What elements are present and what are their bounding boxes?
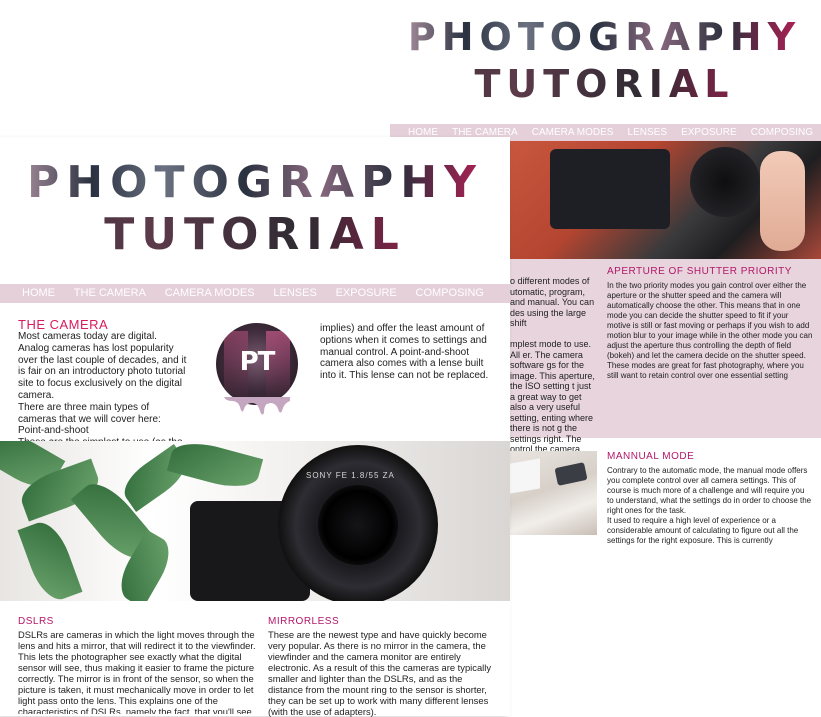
lens-glass [318, 485, 398, 565]
back-nav-exposure[interactable]: EXPOSURE [681, 124, 737, 141]
pt-logo-circle: PT [216, 323, 298, 405]
front-page-mockup: PHOTOGRAPHY TUTORIAL HOME THE CAMERA CAM… [0, 137, 510, 717]
nav-home[interactable]: HOME [22, 284, 55, 303]
logo-pt-text: PT [239, 347, 276, 377]
nav-composing[interactable]: COMPOSING [416, 284, 484, 303]
lens-brand-text: SONY FE 1.8/55 ZA [306, 471, 395, 480]
aperture-section: APERTURE OF SHUTTER PRIORITY In the two … [607, 266, 813, 381]
hand-shape [760, 151, 805, 251]
nav-lenses[interactable]: LENSES [273, 284, 316, 303]
back-nav-camera-modes[interactable]: CAMERA MODES [532, 124, 614, 141]
dslrs-heading: DSLRS [18, 616, 54, 627]
logo-drip-shape [224, 397, 290, 415]
back-laptop-photo [510, 451, 597, 535]
back-title-line2: TUTORIAL [388, 65, 821, 103]
dslrs-body: DSLRs are cameras in which the light mov… [18, 629, 256, 714]
nav-camera-modes[interactable]: CAMERA MODES [165, 284, 255, 303]
front-nav-bar: HOME THE CAMERA CAMERA MODES LENSES EXPO… [0, 284, 510, 303]
mirrorless-heading: MIRRORLESS [268, 616, 340, 627]
manual-mode-section: MANNUAL MODE Contrary to the automatic m… [607, 451, 813, 546]
camera-col3-text: implies) and offer the least amount of o… [320, 323, 489, 382]
front-title-line2: TUTORIAL [0, 213, 510, 257]
front-site-title: PHOTOGRAPHY TUTORIAL [0, 161, 510, 257]
dslrs-section: DSLRS DSLRs are cameras in which the lig… [18, 616, 258, 714]
nav-exposure[interactable]: EXPOSURE [336, 284, 397, 303]
camera-dial-shape [690, 147, 760, 217]
manual-heading: MANNUAL MODE [607, 451, 695, 462]
back-site-title: PHOTOGRAPHY TUTORIAL [388, 18, 821, 103]
back-hero-camera-photo [510, 141, 821, 259]
back-nav-lenses[interactable]: LENSES [628, 124, 667, 141]
leaf-shape [17, 516, 83, 601]
front-title-line1: PHOTOGRAPHY [0, 161, 510, 205]
back-fragment-text: o different modes of utomatic, program, … [510, 276, 595, 454]
aperture-body: In the two priority modes you gain contr… [607, 281, 813, 380]
leaf-shape [166, 441, 264, 495]
camera-screen-shape [550, 149, 670, 229]
aperture-heading: APERTURE OF SHUTTER PRIORITY [607, 266, 792, 277]
manual-body: Contrary to the automatic mode, the manu… [607, 466, 812, 545]
back-title-line1: PHOTOGRAPHY [388, 18, 821, 56]
mirrorless-body: These are the newest type and have quick… [268, 629, 492, 717]
laptop-shape [510, 458, 540, 494]
camera-heading: THE CAMERA [18, 317, 109, 332]
phone-shape [554, 462, 588, 486]
back-nav-composing[interactable]: COMPOSING [751, 124, 813, 141]
nav-the-camera[interactable]: THE CAMERA [74, 284, 146, 303]
mirrorless-section: MIRRORLESS These are the newest type and… [268, 616, 498, 717]
camera-column-3: implies) and offer the least amount of o… [320, 323, 498, 382]
front-hero-lens-photo: SONY FE 1.8/55 ZA [0, 441, 510, 601]
